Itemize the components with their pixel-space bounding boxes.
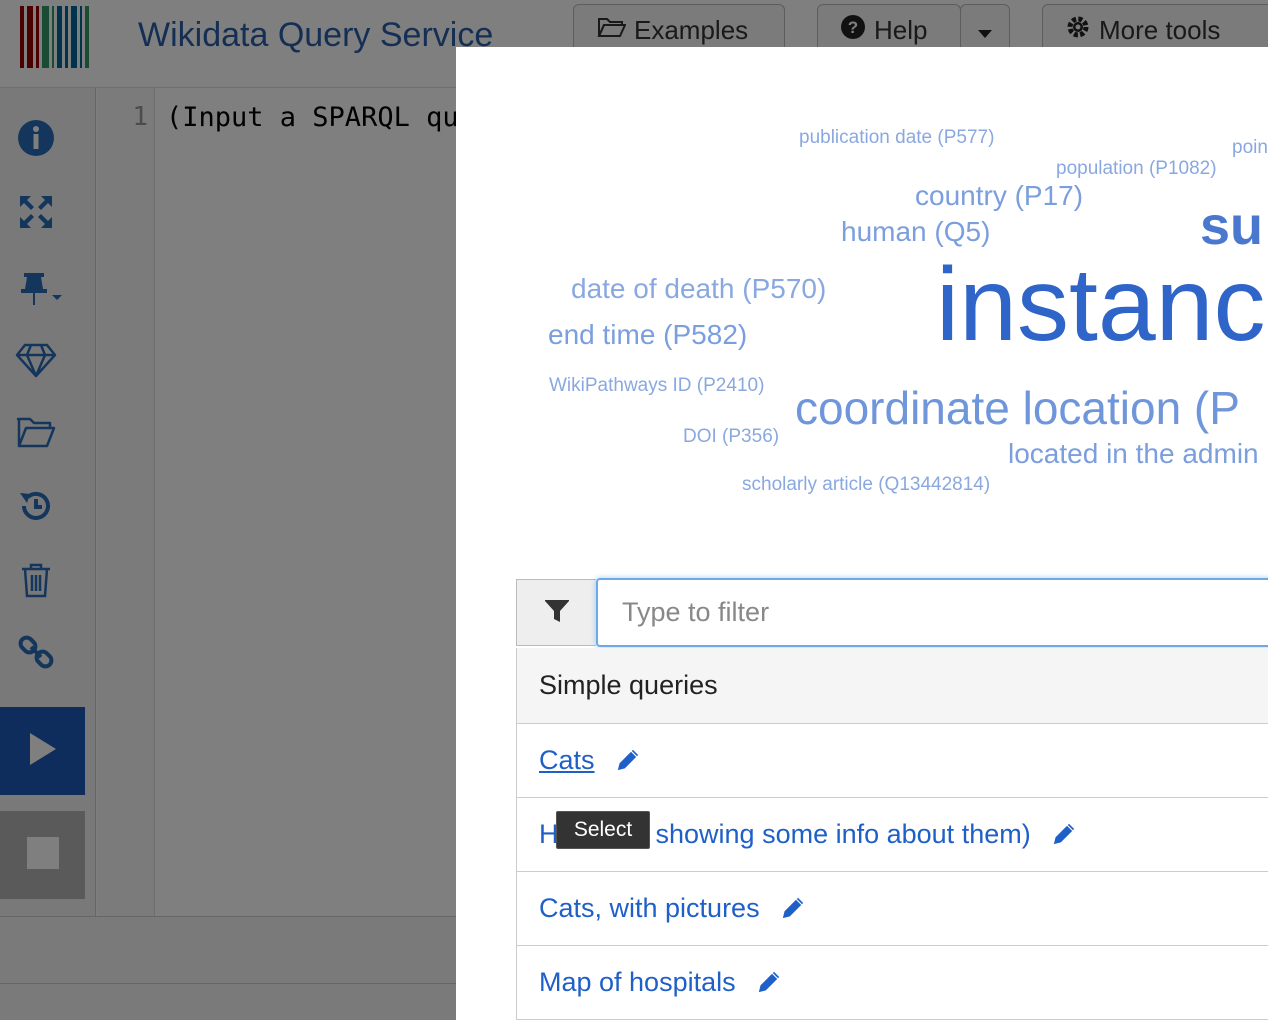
- examples-dialog: publication date (P577) poin population …: [456, 47, 1268, 1020]
- example-link[interactable]: Cats, with pictures: [539, 893, 760, 924]
- cloud-word[interactable]: su: [1200, 199, 1263, 253]
- filter-input[interactable]: [596, 578, 1268, 647]
- list-item[interactable]: Cats: [517, 724, 1268, 798]
- pencil-icon[interactable]: [1049, 819, 1081, 851]
- cloud-word[interactable]: coordinate location (P: [795, 385, 1240, 431]
- cloud-word[interactable]: instanc: [936, 253, 1266, 357]
- list-item[interactable]: Map of hospitals: [517, 946, 1268, 1020]
- cloud-word[interactable]: human (Q5): [841, 218, 990, 246]
- cloud-word[interactable]: DOI (P356): [683, 427, 779, 446]
- cloud-word[interactable]: publication date (P577): [799, 128, 994, 147]
- pencil-icon[interactable]: [778, 893, 810, 925]
- filter-button[interactable]: [516, 579, 596, 646]
- cloud-word[interactable]: end time (P582): [548, 321, 747, 349]
- cloud-word[interactable]: date of death (P570): [571, 275, 826, 303]
- pencil-icon[interactable]: [754, 967, 786, 999]
- list-item[interactable]: Cats, with pictures: [517, 872, 1268, 946]
- cloud-word[interactable]: poin: [1232, 138, 1268, 157]
- app-root: Wikidata Query Service Examples ? Help M…: [0, 0, 1268, 1020]
- pencil-icon[interactable]: [613, 745, 645, 777]
- cloud-word[interactable]: WikiPathways ID (P2410): [549, 376, 764, 395]
- cloud-word[interactable]: scholarly article (Q13442814): [742, 475, 990, 494]
- example-link-rest: showing some info about them): [655, 819, 1031, 849]
- select-tooltip: Select: [556, 811, 650, 849]
- cloud-word[interactable]: population (P1082): [1056, 159, 1217, 178]
- list-group-header: Simple queries: [517, 648, 1268, 724]
- example-link[interactable]: Cats: [539, 745, 595, 776]
- cloud-word[interactable]: located in the admin: [1008, 440, 1259, 468]
- example-link[interactable]: Map of hospitals: [539, 967, 736, 998]
- filter-icon: [544, 596, 570, 629]
- cloud-word[interactable]: country (P17): [915, 182, 1083, 210]
